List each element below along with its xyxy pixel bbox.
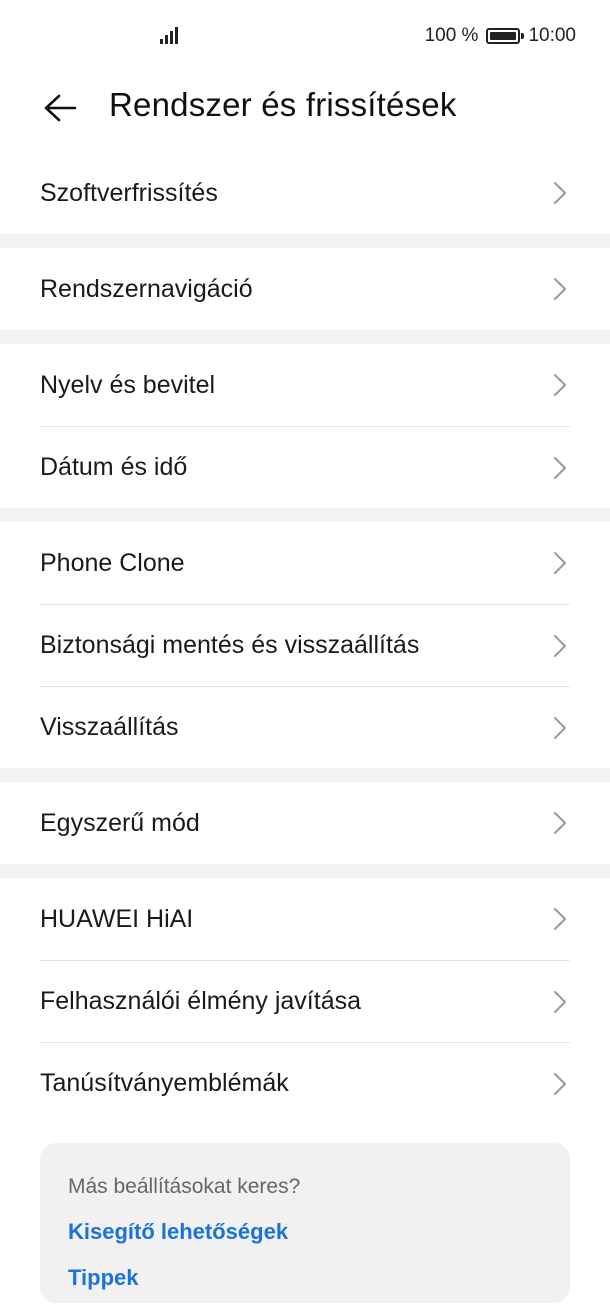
settings-item-rendszernavigacio[interactable]: Rendszernavigáció [40,248,570,330]
settings-item-label: Tanúsítványemblémák [40,1069,289,1097]
signal-icon [160,26,182,44]
chevron-right-icon [550,456,570,480]
chevron-right-icon [550,990,570,1014]
settings-group: HUAWEI HiAI Felhasználói élmény javítása… [0,878,610,1124]
settings-group: Szoftverfrissítés [0,152,610,234]
group-divider [0,508,610,522]
settings-item-certification-logos[interactable]: Tanúsítványemblémák [40,1042,570,1124]
settings-group: Nyelv és bevitel Dátum és idő [0,344,610,508]
settings-list: Szoftverfrissítés Rendszernavigáció Nyel… [0,152,610,1124]
chevron-right-icon [550,1072,570,1096]
accessibility-link[interactable]: Kisegítő lehetőségek [68,1219,542,1245]
chevron-right-icon [550,373,570,397]
settings-item-label: Nyelv és bevitel [40,370,216,399]
settings-item-label: Biztonsági mentés és visszaállítás [40,631,420,659]
status-time: 10:00 [528,25,576,46]
chevron-right-icon [550,634,570,658]
group-divider [0,330,610,344]
settings-item-label: Szoftverfrissítés [40,178,218,207]
settings-item-hiai[interactable]: HUAWEI HiAI [40,878,570,960]
settings-item-label: Rendszernavigáció [40,274,253,303]
settings-item-label: Phone Clone [40,548,185,577]
settings-item-user-experience[interactable]: Felhasználói élmény javítása [40,960,570,1042]
chevron-right-icon [550,716,570,740]
settings-item-nyelv[interactable]: Nyelv és bevitel [40,344,570,426]
settings-item-reset[interactable]: Visszaállítás [40,686,570,768]
header: Rendszer és frissítések [0,72,610,142]
suggestions-card: Más beállításokat keres? Kisegítő lehető… [40,1143,570,1303]
page-title: Rendszer és frissítések [109,86,457,123]
back-button[interactable] [36,88,84,128]
settings-item-label: Egyszerű mód [40,808,200,837]
group-divider [0,234,610,248]
group-divider [0,768,610,782]
back-arrow-icon [44,94,77,122]
settings-item-backup[interactable]: Biztonsági mentés és visszaállítás [40,604,570,686]
settings-item-label: Dátum és idő [40,453,188,481]
status-bar: 100 % 10:00 [0,0,610,72]
settings-item-phone-clone[interactable]: Phone Clone [40,522,570,604]
settings-item-label: HUAWEI HiAI [40,904,194,933]
suggestions-question: Más beállításokat keres? [68,1175,301,1198]
chevron-right-icon [550,181,570,205]
battery-percent: 100 % [424,25,479,46]
chevron-right-icon [550,907,570,931]
settings-item-szoftverfrissites[interactable]: Szoftverfrissítés [40,152,570,234]
settings-item-label: Felhasználói élmény javítása [40,987,361,1015]
tips-link[interactable]: Tippek [68,1265,542,1291]
chevron-right-icon [550,277,570,301]
status-right: 100 % 10:00 [425,24,576,48]
group-divider [0,864,610,878]
settings-group: Rendszernavigáció [0,248,610,330]
settings-group: Egyszerű mód [0,782,610,864]
settings-item-simple-mode[interactable]: Egyszerű mód [40,782,570,864]
chevron-right-icon [550,551,570,575]
settings-group: Phone Clone Biztonsági mentés és visszaá… [0,522,610,768]
chevron-right-icon [550,811,570,835]
battery-icon [486,28,525,44]
settings-item-label: Visszaállítás [40,713,179,741]
settings-item-datum[interactable]: Dátum és idő [40,426,570,508]
